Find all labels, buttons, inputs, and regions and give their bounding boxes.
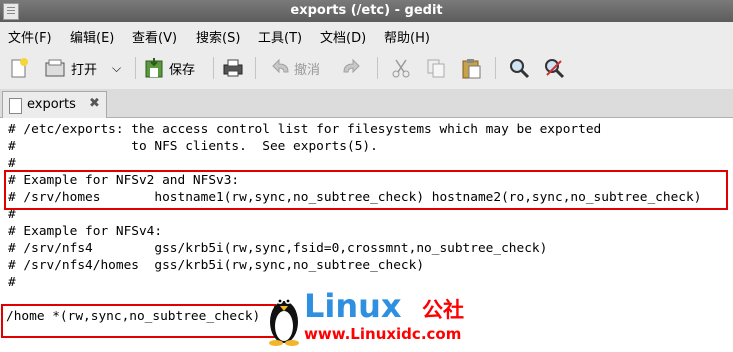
save-label: 保存	[169, 62, 196, 78]
tux-penguin-icon	[269, 298, 299, 346]
menu-edit[interactable]: 编辑(E)	[70, 27, 114, 46]
open-folder-icon	[44, 57, 66, 79]
highlight-box-nfsv3-example	[4, 170, 728, 210]
print-icon	[222, 57, 244, 79]
watermark-url: www.Linuxidc.com	[304, 325, 462, 343]
tab-exports[interactable]: exports ✖	[2, 91, 107, 118]
menu-file[interactable]: 文件(F)	[8, 27, 52, 46]
save-button[interactable]: 保存	[143, 55, 195, 81]
toolbar-separator	[213, 57, 214, 79]
paste-icon	[460, 57, 482, 79]
chevron-down-icon: ⌵	[112, 60, 122, 75]
undo-label: 撤消	[294, 62, 321, 78]
redo-button[interactable]	[340, 55, 362, 81]
menu-search[interactable]: 搜索(S)	[196, 27, 240, 46]
menu-view[interactable]: 查看(V)	[132, 27, 177, 46]
watermark-logo: Linux 公社 www.Linuxidc.com	[266, 287, 476, 346]
toolbar-separator	[255, 57, 256, 79]
title-bar: exports (/etc) - gedit	[0, 0, 733, 22]
editor-line: #	[8, 275, 16, 290]
find-replace-button[interactable]	[543, 55, 565, 81]
copy-icon	[425, 57, 447, 79]
editor-line: # /srv/nfs4/homes gss/krb5i(rw,sync,no_s…	[8, 258, 425, 273]
editor-line: # to NFS clients. See exports(5).	[8, 139, 378, 154]
magnifier-icon	[508, 57, 530, 79]
save-icon	[143, 57, 165, 79]
editor-line: # /srv/nfs4 gss/krb5i(rw,sync,fsid=0,cro…	[8, 241, 548, 256]
toolbar-separator	[135, 57, 136, 79]
toolbar-separator	[377, 57, 378, 79]
window-title: exports (/etc) - gedit	[290, 3, 443, 18]
close-tab-icon[interactable]: ✖	[89, 96, 100, 111]
undo-icon	[270, 57, 292, 79]
new-document-icon	[8, 57, 30, 79]
open-label: 打开	[71, 62, 98, 78]
undo-button[interactable]: 撤消	[270, 55, 320, 81]
paste-button[interactable]	[460, 55, 482, 81]
document-icon	[9, 98, 22, 114]
toolbar-separator	[495, 57, 496, 79]
new-button[interactable]	[8, 55, 30, 81]
cut-button[interactable]	[390, 55, 412, 81]
editor-line: # /etc/exports: the access control list …	[8, 122, 602, 137]
find-button[interactable]	[508, 55, 530, 81]
recent-files-dropdown[interactable]: ⌵	[112, 55, 121, 81]
tab-label: exports	[27, 97, 76, 112]
editor-line: # Example for NFSv4:	[8, 224, 163, 239]
redo-icon	[340, 57, 362, 79]
watermark-cn: 公社	[422, 298, 464, 322]
watermark-brand: Linux	[304, 287, 402, 325]
toolbar: 打开 ⌵ 保存 撤消	[0, 47, 733, 90]
menu-documents[interactable]: 文档(D)	[320, 27, 366, 46]
copy-button[interactable]	[425, 55, 447, 81]
highlight-box-home-entry	[1, 304, 276, 338]
open-button[interactable]: 打开	[44, 55, 97, 81]
scissors-icon	[390, 57, 412, 79]
find-replace-icon	[543, 57, 565, 79]
print-button[interactable]	[222, 55, 244, 81]
menu-tools[interactable]: 工具(T)	[258, 27, 302, 46]
menu-help[interactable]: 帮助(H)	[384, 27, 430, 46]
tab-bar: exports ✖	[0, 89, 733, 118]
menu-bar: 文件(F) 编辑(E) 查看(V) 搜索(S) 工具(T) 文档(D) 帮助(H…	[0, 22, 733, 47]
